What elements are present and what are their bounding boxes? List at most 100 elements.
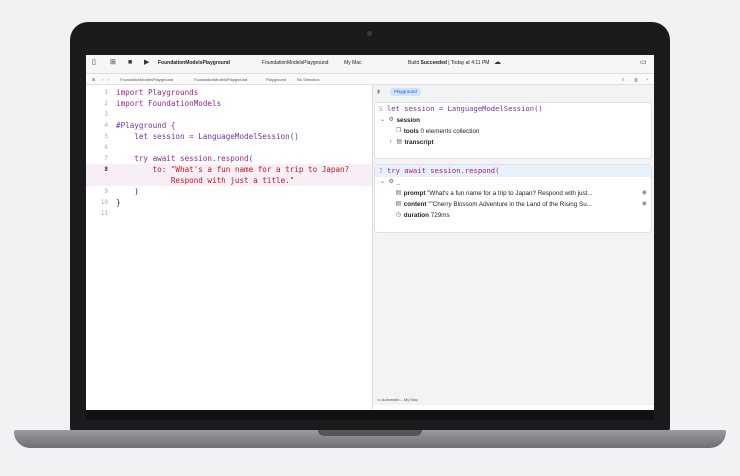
grid-icon[interactable]: ⊞ bbox=[92, 77, 95, 82]
line-number: 1 bbox=[104, 89, 108, 96]
line-number: 9 bbox=[104, 188, 108, 195]
code-text: let session = LanguageModelSession() bbox=[116, 132, 299, 141]
result-card-respond: 7 try await session.respond( ⌄ ⚙ _ ▤ pro… bbox=[375, 165, 651, 232]
line-number: 2 bbox=[104, 100, 108, 107]
scheme-selector[interactable]: FoundationModelsPlayground bbox=[262, 60, 328, 66]
code-text: } bbox=[116, 198, 121, 207]
line-number: 10 bbox=[100, 199, 108, 206]
document-icon: ▤ bbox=[396, 138, 403, 145]
line-number: 3 bbox=[104, 111, 108, 118]
gear-icon: ⚙ bbox=[388, 116, 394, 123]
tree-row-prompt[interactable]: ▤ prompt "What's a fun name for a trip t… bbox=[375, 188, 651, 199]
canvas-footer[interactable]: ▭ Automatic – My Mac bbox=[377, 397, 418, 402]
result-line-number: 7 bbox=[379, 168, 383, 175]
build-status: Build Succeeded | Today at 4:11 PM bbox=[408, 60, 489, 66]
tree-value: "What's a fun name for a trip to Japan? … bbox=[427, 190, 593, 197]
text-icon: ▤ bbox=[395, 189, 402, 196]
code-line: 5 let session = LanguageModelSession() bbox=[86, 131, 372, 142]
chevron-down-icon[interactable]: ⌄ bbox=[379, 117, 386, 124]
tree-label: content bbox=[403, 201, 427, 208]
tree-label: session bbox=[396, 117, 420, 124]
tree-row-session[interactable]: ⌄ ⚙ session bbox=[375, 115, 651, 126]
line-number: 11 bbox=[100, 210, 108, 217]
code-line: 2 import FoundationModels bbox=[86, 98, 372, 109]
code-text: try await session.respond( bbox=[116, 154, 254, 163]
code-editor[interactable]: 1 import Playgrounds 2 import Foundation… bbox=[86, 85, 372, 405]
result-card-header[interactable]: 7 try await session.respond( bbox=[375, 165, 651, 177]
line-number: 5 bbox=[104, 133, 108, 140]
pin-icon[interactable]: ⇞ bbox=[376, 89, 381, 96]
chevron-right-icon[interactable]: › bbox=[387, 139, 394, 146]
library-icon[interactable]: ⊞ bbox=[110, 59, 116, 67]
tree-value: 0 elements collection bbox=[420, 128, 480, 135]
result-card-session: 5 let session = LanguageModelSession() ⌄… bbox=[375, 103, 651, 158]
tree-value: ""Cherry Blossom Adventure in the Land o… bbox=[428, 201, 592, 208]
code-line: 9 ) bbox=[86, 186, 372, 197]
laptop-notch bbox=[318, 430, 422, 436]
add-editor-icon[interactable]: + bbox=[646, 77, 648, 82]
result-code: try await session.respond( bbox=[386, 166, 500, 175]
tree-label: tools bbox=[403, 128, 419, 135]
code-line: 3 bbox=[86, 109, 372, 120]
eye-icon[interactable]: ◉ bbox=[642, 188, 647, 199]
inspector-toggle-icon[interactable]: ▭ bbox=[640, 59, 647, 67]
forward-icon[interactable]: › bbox=[108, 77, 109, 82]
project-title: FoundationModelsPlayground bbox=[158, 60, 230, 66]
build-status-time: | Today at 4:11 PM bbox=[446, 60, 490, 66]
build-status-prefix: Build bbox=[408, 60, 421, 66]
text-icon: ▤ bbox=[395, 200, 402, 207]
tree-row-duration[interactable]: ◷ duration 729ms bbox=[375, 210, 651, 221]
build-status-result: Succeeded bbox=[420, 60, 447, 66]
code-line: 11 bbox=[86, 208, 372, 219]
line-number: 8 bbox=[104, 166, 108, 173]
device-icon: ▭ bbox=[377, 397, 381, 402]
tree-row-content[interactable]: ▤ content ""Cherry Blossom Adventure in … bbox=[375, 199, 651, 210]
eye-icon[interactable]: ◉ bbox=[642, 199, 647, 210]
code-line: 1 import Playgrounds bbox=[86, 87, 372, 98]
playground-canvas: ⇞ Playground 5 let session = LanguageMod… bbox=[373, 85, 654, 405]
destination-selector[interactable]: My Mac bbox=[344, 60, 362, 66]
breadcrumb-item[interactable]: Playground bbox=[266, 77, 286, 82]
code-line-current: Respond with just a title." bbox=[86, 175, 372, 186]
code-text: to: "What's a fun name for a trip to Jap… bbox=[116, 165, 350, 174]
clock-icon: ◷ bbox=[395, 211, 402, 218]
tree-row-tools[interactable]: ❐ tools 0 elements collection bbox=[375, 126, 651, 137]
result-card-header[interactable]: 5 let session = LanguageModelSession() bbox=[375, 103, 651, 115]
gear-icon: ⚙ bbox=[388, 178, 394, 185]
breadcrumb-item[interactable]: No Selection bbox=[297, 77, 320, 82]
camera bbox=[367, 31, 372, 36]
stop-icon[interactable]: ■ bbox=[128, 59, 132, 67]
result-line-number: 5 bbox=[379, 106, 383, 113]
split-editor-icon[interactable]: ▥ bbox=[634, 77, 638, 82]
editor-options-icon[interactable]: ≡ bbox=[622, 77, 624, 82]
tree-row-transcript[interactable]: › ▤ transcript bbox=[375, 137, 651, 148]
code-line: 7 try await session.respond( bbox=[86, 153, 372, 164]
run-destination-label[interactable]: Automatic – My Mac bbox=[382, 397, 418, 402]
breadcrumb: ⊞ ‹ › FoundationModelsPlayground Foundat… bbox=[86, 74, 654, 85]
tree-label: duration bbox=[403, 212, 429, 219]
breadcrumb-item[interactable]: FoundationModelsPlayground bbox=[120, 77, 173, 82]
run-icon[interactable]: ▶ bbox=[144, 59, 149, 67]
code-line: 6 bbox=[86, 142, 372, 153]
chevron-down-icon[interactable]: ⌄ bbox=[379, 179, 386, 186]
back-icon[interactable]: ‹ bbox=[102, 77, 103, 82]
tree-row-root[interactable]: ⌄ ⚙ _ bbox=[375, 177, 651, 188]
code-line: 10 } bbox=[86, 197, 372, 208]
sidebar-toggle-icon[interactable]: ▯ bbox=[92, 59, 96, 67]
line-number: 4 bbox=[104, 122, 108, 129]
tab-playground[interactable]: Playground bbox=[390, 88, 421, 96]
code-line-current: 8 to: "What's a fun name for a trip to J… bbox=[86, 164, 372, 175]
code-text: #Playground { bbox=[116, 121, 176, 130]
tree-label: prompt bbox=[403, 190, 426, 197]
result-code: let session = LanguageModelSession() bbox=[386, 104, 543, 113]
breadcrumb-item[interactable]: FoundationModelsPlayground bbox=[194, 77, 247, 82]
tree-value: 729ms bbox=[430, 212, 450, 219]
code-text: import Playgrounds bbox=[116, 88, 199, 97]
code-text: import FoundationModels bbox=[116, 99, 222, 108]
screen-bezel bbox=[86, 410, 654, 420]
code-text: ) bbox=[116, 187, 139, 196]
cloud-icon[interactable]: ☁ bbox=[494, 59, 501, 67]
tree-label: transcript bbox=[404, 139, 434, 146]
line-number: 7 bbox=[104, 155, 108, 162]
code-line: 4 #Playground { bbox=[86, 120, 372, 131]
